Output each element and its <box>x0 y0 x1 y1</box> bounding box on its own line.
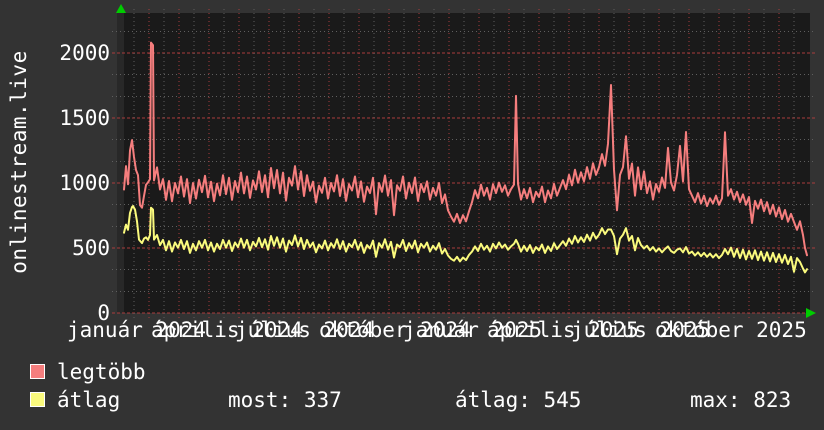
legend-label-legtobb: legtöbb <box>57 360 146 384</box>
x-axis-arrow-icon <box>806 308 816 318</box>
y-tick-label: 1000 <box>59 171 110 195</box>
nodata-band <box>117 13 124 313</box>
y-tick-label: 2000 <box>59 41 110 65</box>
y-axis-arrow-icon <box>116 4 126 13</box>
graph-window: onlinestream.live 0 500 1000 1500 2000 januá… <box>0 0 824 430</box>
legend-swatch-legtobb <box>30 364 45 379</box>
legend-swatch-atlag <box>30 392 45 407</box>
stat-max: max: 823 <box>690 388 792 412</box>
legend-label-atlag: átlag <box>57 388 121 412</box>
stat-atlag: átlag: 545 <box>455 388 582 412</box>
stat-most: most: 337 <box>228 388 342 412</box>
x-tick-label: október 2025 <box>655 318 807 342</box>
y-tick-label: 500 <box>72 236 110 260</box>
y-tick-label: 1500 <box>59 106 110 130</box>
